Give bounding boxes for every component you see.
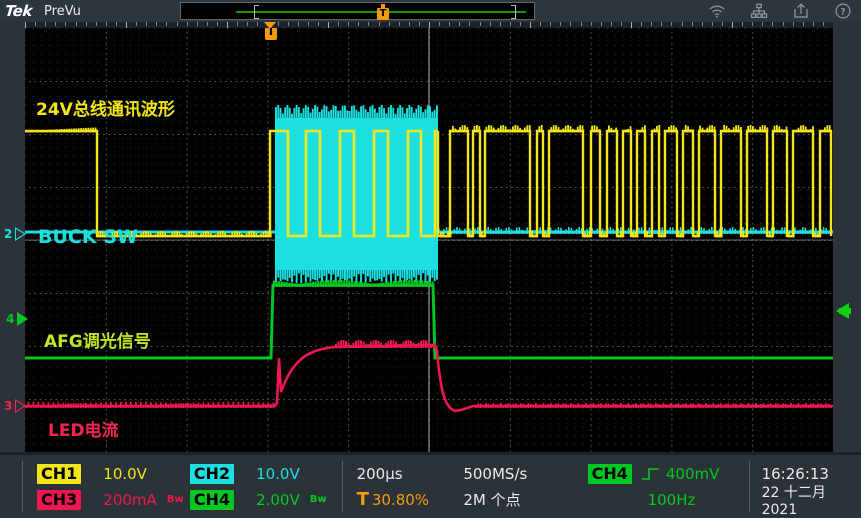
ch3-scale: 200mA bbox=[103, 491, 157, 509]
status-reclength-row[interactable]: 2M 个点 bbox=[463, 487, 587, 513]
status-trigger-pos-row[interactable]: T 30.80% bbox=[357, 487, 464, 513]
status-ch4-row[interactable]: CH4 2.00V Bw bbox=[190, 487, 342, 513]
help-icon[interactable]: ? bbox=[833, 2, 853, 20]
sample-rate-value: 500MS/s bbox=[463, 465, 527, 483]
top-toolbar: Tek PreVu T bbox=[0, 0, 861, 22]
trigger-level-arrow-ch4[interactable] bbox=[836, 303, 849, 319]
wifi-icon[interactable] bbox=[707, 2, 727, 20]
ch1-scale: 10.0V bbox=[103, 465, 147, 483]
waveform-graticule-and-traces bbox=[25, 28, 833, 452]
ch3-badge[interactable]: CH3 bbox=[37, 490, 81, 510]
ch4-bandwidth-icon: Bw bbox=[310, 494, 327, 505]
status-ch1-row[interactable]: CH1 10.0V bbox=[37, 461, 190, 487]
status-ch2-row[interactable]: CH2 10.0V bbox=[190, 461, 342, 487]
channel-marker-ch4[interactable]: 4 bbox=[6, 311, 17, 327]
ch2-scale: 10.0V bbox=[256, 465, 300, 483]
overview-zoom-bracket-right[interactable] bbox=[511, 5, 516, 19]
waveform-label-ch2: BUCK SW bbox=[38, 226, 138, 248]
waveform-plot-area[interactable]: T bbox=[25, 28, 833, 452]
waveform-overview-window[interactable]: T bbox=[180, 2, 535, 20]
status-trigger-source-row[interactable]: CH4 400mV bbox=[588, 461, 749, 487]
trigger-position-value: 30.80% bbox=[372, 491, 429, 509]
trigger-source-badge[interactable]: CH4 bbox=[588, 464, 632, 484]
tek-logo: Tek bbox=[4, 2, 33, 20]
status-samplerate-row[interactable]: 500MS/s bbox=[463, 461, 587, 487]
trigger-level-value: 400mV bbox=[666, 465, 720, 483]
waveform-label-ch3: LED电流 bbox=[48, 416, 119, 441]
waveform-label-ch1: 24V总线通讯波形 bbox=[36, 95, 175, 120]
trigger-frequency-value: 100Hz bbox=[648, 491, 696, 509]
ch4-scale: 2.00V bbox=[256, 491, 300, 509]
ch2-badge[interactable]: CH2 bbox=[190, 464, 234, 484]
status-bar: CH1 10.0V CH3 200mA Bw CH2 10.0V CH4 2.0… bbox=[0, 455, 861, 518]
overview-zoom-bracket-left[interactable] bbox=[254, 5, 259, 19]
status-trigger-freq-row[interactable]: 100Hz bbox=[588, 487, 749, 513]
trigger-position-icon: T bbox=[357, 489, 369, 510]
overview-trigger-marker[interactable]: T bbox=[377, 4, 389, 20]
save-export-icon[interactable] bbox=[791, 2, 811, 20]
clock-time: 16:26:13 bbox=[762, 465, 829, 483]
network-icon[interactable] bbox=[749, 2, 769, 20]
svg-text:?: ? bbox=[840, 7, 845, 17]
timebase-value: 200µs bbox=[357, 465, 403, 483]
status-ch3-row[interactable]: CH3 200mA Bw bbox=[37, 487, 190, 513]
clock-date: 22 十二月 2021 bbox=[762, 482, 861, 518]
waveform-label-ch4: AFG调光信号 bbox=[44, 327, 151, 352]
record-length-value: 2M 个点 bbox=[463, 489, 520, 510]
acquisition-mode-label: PreVu bbox=[44, 4, 81, 19]
channel-marker-ch2[interactable]: 2 bbox=[4, 226, 15, 242]
ch1-badge[interactable]: CH1 bbox=[37, 464, 81, 484]
status-date-row: 22 十二月 2021 bbox=[762, 487, 861, 513]
ch4-badge[interactable]: CH4 bbox=[190, 490, 234, 510]
channel-marker-ch3[interactable]: 3 bbox=[4, 398, 15, 414]
oscilloscope-screen: Tek PreVu T bbox=[0, 0, 861, 518]
plot-trigger-t-marker[interactable]: T bbox=[264, 28, 278, 44]
status-timebase-row[interactable]: 200µs bbox=[357, 461, 464, 487]
rising-edge-icon bbox=[640, 466, 662, 482]
toolbar-icon-group: ? bbox=[707, 1, 853, 21]
right-gutter bbox=[833, 22, 861, 452]
ch3-bandwidth-icon: Bw bbox=[167, 494, 184, 505]
